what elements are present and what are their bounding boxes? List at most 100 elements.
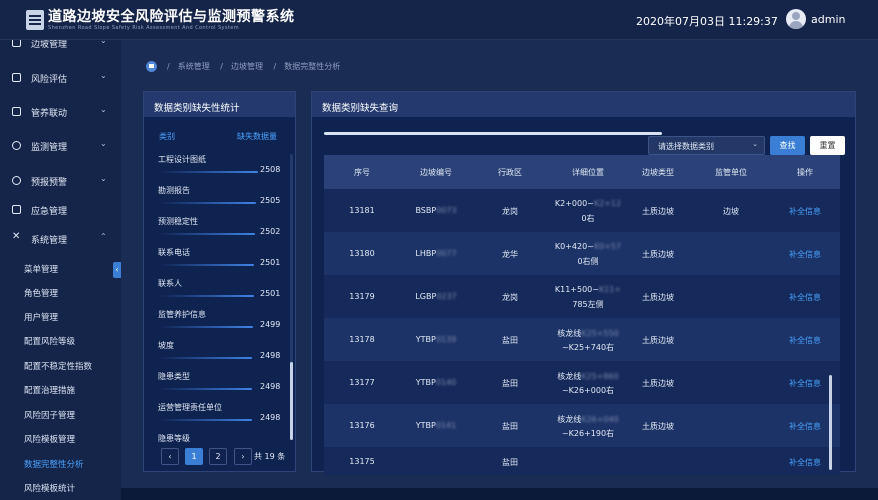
scrollbar-thumb[interactable]	[290, 362, 293, 440]
pagination-total: 共 19 条	[254, 452, 286, 461]
sidebar-item-label: 系统管理	[31, 236, 68, 246]
chevron-up-icon: ⌃	[100, 232, 107, 241]
chevron-down-icon: ⌄	[752, 140, 758, 148]
complete-info-link[interactable]: 补全信息	[779, 335, 831, 346]
breadcrumb-item[interactable]: 系统管理	[178, 62, 210, 71]
sidebar-sub-item-active[interactable]: 数据完整性分析	[0, 455, 121, 473]
stat-row: 预测稳定性 2502	[158, 217, 281, 236]
sidebar-item-system[interactable]: ✕ 系统管理 ⌃	[0, 228, 121, 250]
chevron-down-icon: ⌄	[100, 174, 107, 183]
column-header-category: 类别	[159, 132, 175, 141]
scrollbar-thumb[interactable]	[829, 375, 832, 470]
column-header: 详细位置	[572, 168, 604, 177]
maintenance-icon	[12, 107, 21, 116]
prev-page-button[interactable]: ‹	[161, 448, 179, 465]
complete-info-link[interactable]: 补全信息	[779, 378, 831, 389]
column-header: 边坡类型	[642, 168, 674, 177]
sidebar-item-label: 风险评估	[31, 75, 68, 85]
sidebar-item-assessment[interactable]: 风险评估 ⌄	[0, 67, 121, 89]
app-title: 道路边坡安全风险评估与监测预警系统	[48, 9, 295, 25]
table-row: 13181 BSBP0073 龙岗 K2+000~K2+12 0右 土质边坡 边…	[324, 189, 840, 232]
chevron-down-icon: ⌄	[100, 71, 107, 80]
sidebar-sub-item[interactable]: 配置风险等级	[0, 332, 121, 350]
stat-row: 勘测报告 2505	[158, 186, 281, 205]
sidebar: 边坡管理 ⌄ 风险评估 ⌄ 管养联动 ⌄ 监测管理 ⌄ 预报预警 ⌄ 应急管理 …	[0, 40, 121, 500]
chevron-down-icon: ⌄	[100, 40, 107, 45]
sidebar-sub-item[interactable]: 用户管理	[0, 308, 121, 326]
column-header: 操作	[797, 168, 813, 177]
complete-info-link[interactable]: 补全信息	[779, 421, 831, 432]
column-header: 行政区	[498, 168, 522, 177]
table-row: 13180 LHBP0077 龙华 K0+420~K0+57 0右侧 土质边坡 …	[324, 232, 840, 275]
complete-info-link[interactable]: 补全信息	[779, 206, 831, 217]
search-button[interactable]: 查找	[770, 136, 805, 155]
slope-icon	[12, 40, 21, 47]
chevron-down-icon: ⌄	[100, 139, 107, 148]
column-header: 监管单位	[715, 168, 747, 177]
warning-icon	[12, 176, 21, 185]
column-header: 序号	[354, 168, 370, 177]
monitor-icon	[12, 141, 21, 150]
breadcrumb-item[interactable]: 边坡管理	[231, 62, 263, 71]
stat-row: 监管养护信息 2499	[158, 310, 281, 329]
sidebar-item-label: 监测管理	[31, 143, 68, 153]
sidebar-sub-item[interactable]: 菜单管理	[0, 260, 121, 278]
missing-query-panel: 数据类别缺失查询 请选择数据类别 ⌄ 查找 重置 序号 边坡编号 行政区 详细位…	[311, 91, 856, 475]
sidebar-collapse-button[interactable]: ‹	[113, 262, 121, 278]
chevron-down-icon: ⌄	[100, 105, 107, 114]
stats-scrollbar[interactable]	[290, 154, 293, 440]
sidebar-item-warning[interactable]: 预报预警 ⌄	[0, 170, 121, 192]
sidebar-item-emergency[interactable]: 应急管理	[0, 199, 121, 221]
panel-title: 数据类别缺失性统计	[144, 92, 295, 117]
sidebar-item-monitor[interactable]: 监测管理 ⌄	[0, 135, 121, 157]
sidebar-sub-item[interactable]: 配置不稳定性指数	[0, 357, 121, 375]
sidebar-sub-item[interactable]: 风险模板统计	[0, 479, 121, 497]
current-datetime: 2020年07月03日 11:29:37	[636, 15, 778, 28]
stat-row: 联系人 2501	[158, 279, 281, 298]
sidebar-item-label: 应急管理	[31, 207, 68, 217]
table-row: 13175 盐田 补全信息	[324, 447, 840, 475]
complete-info-link[interactable]: 补全信息	[779, 457, 831, 468]
table-scrollbar[interactable]	[829, 155, 833, 475]
filter-slider[interactable]	[324, 132, 662, 135]
sidebar-sub-item[interactable]: 风险模板管理	[0, 430, 121, 448]
assessment-icon	[12, 73, 21, 82]
stat-row: 隐患等级	[158, 434, 190, 443]
next-page-button[interactable]: ›	[234, 448, 252, 465]
category-select[interactable]: 请选择数据类别 ⌄	[648, 136, 765, 155]
emergency-icon	[12, 205, 21, 214]
app-header: 道路边坡安全风险评估与监测预警系统 Shenzhen Road Slope Sa…	[0, 0, 878, 40]
complete-info-link[interactable]: 补全信息	[779, 249, 831, 260]
stat-row: 联系电话 2501	[158, 248, 281, 267]
complete-info-link[interactable]: 补全信息	[779, 292, 831, 303]
page-button[interactable]: 1	[185, 448, 203, 465]
column-header-missing: 缺失数据量	[237, 132, 277, 141]
sidebar-sub-item[interactable]: 风险因子管理	[0, 406, 121, 424]
table-header: 序号 边坡编号 行政区 详细位置 边坡类型 监管单位 操作	[324, 155, 840, 189]
table-row: 13178 YTBP0139 盐田 核龙线K25+550 ~K25+740右 土…	[324, 318, 840, 361]
username[interactable]: admin	[811, 13, 845, 26]
sidebar-item-slope[interactable]: 边坡管理 ⌄	[0, 40, 121, 54]
footer-strip	[121, 488, 878, 500]
stat-row: 工程设计图纸 2508	[158, 155, 281, 174]
stat-row: 隐患类型 2498	[158, 372, 281, 391]
home-icon[interactable]	[146, 61, 157, 72]
sidebar-sub-item[interactable]: 配置治理措施	[0, 381, 121, 399]
sidebar-item-label: 管养联动	[31, 109, 68, 119]
sidebar-sub-item[interactable]: 角色管理	[0, 284, 121, 302]
stat-row: 坡度 2498	[158, 341, 281, 360]
app-logo-icon	[26, 10, 44, 30]
missing-data-table: 序号 边坡编号 行政区 详细位置 边坡类型 监管单位 操作 13181 BSBP…	[324, 155, 840, 475]
reset-button[interactable]: 重置	[810, 136, 845, 155]
sidebar-item-label: 预报预警	[31, 178, 68, 188]
table-row: 13179 LGBP0237 龙岗 K11+500~K11+ 785左侧 土质边…	[324, 275, 840, 318]
sidebar-item-maintenance[interactable]: 管养联动 ⌄	[0, 101, 121, 123]
page-button[interactable]: 2	[209, 448, 227, 465]
table-row: 13177 YTBP0140 盐田 核龙线K25+860 ~K26+000右 土…	[324, 361, 840, 404]
tools-icon: ✕	[12, 231, 21, 242]
missing-stats-panel: 数据类别缺失性统计 类别 缺失数据量 工程设计图纸 2508 勘测报告 2505…	[143, 91, 296, 472]
user-avatar-icon[interactable]	[786, 9, 806, 29]
table-row: 13176 YTBP0141 盐田 核龙线K26+040 ~K26+190右 土…	[324, 404, 840, 447]
sidebar-item-label: 边坡管理	[31, 40, 68, 50]
column-header: 边坡编号	[420, 168, 452, 177]
